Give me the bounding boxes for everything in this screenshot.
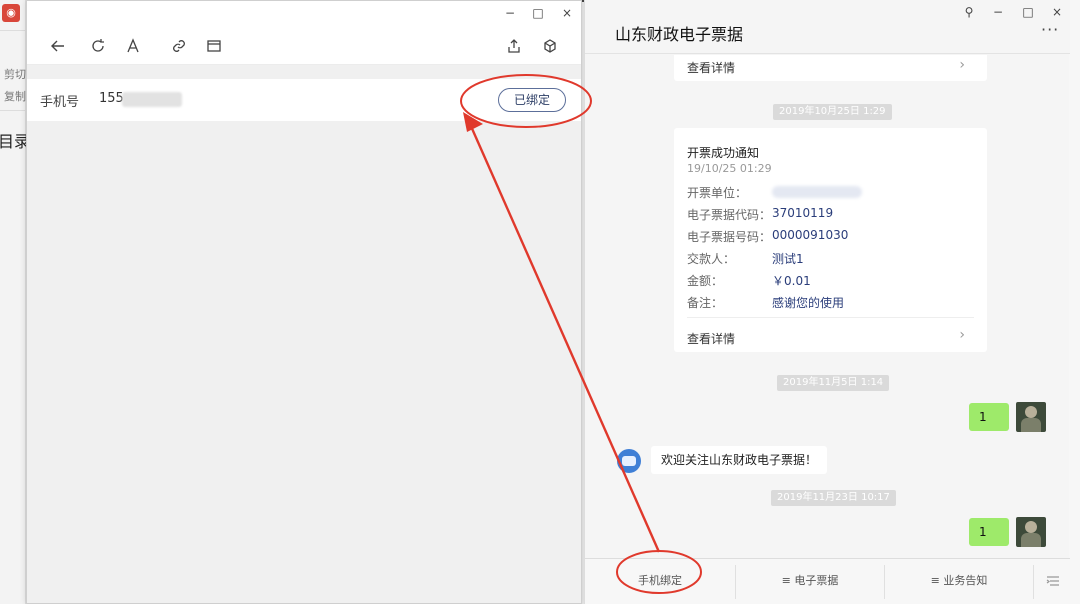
menu-tab-business-notice[interactable]: ≡ 业务告知 bbox=[885, 559, 1033, 604]
chevron-right-icon: › bbox=[959, 57, 965, 73]
back-arrow-icon[interactable] bbox=[48, 36, 68, 56]
timestamp: 2019年11月23日 10:17 bbox=[771, 490, 896, 506]
bot-message: 欢迎关注山东财政电子票据！ bbox=[651, 446, 828, 474]
my-avatar[interactable] bbox=[1016, 517, 1046, 547]
bottom-menu: 手机绑定 ≡ 电子票据 ≡ 业务告知 bbox=[585, 558, 1070, 604]
invoice-card-title: 开票成功通知 bbox=[687, 146, 760, 160]
chat-window: ⚲ − □ × 山东财政电子票据 ··· 查看详情 › 2019年10月25日 … bbox=[584, 0, 1070, 604]
field-value: 0000091030 bbox=[772, 228, 849, 242]
menu-tab-e-invoice[interactable]: ≡ 电子票据 bbox=[736, 559, 884, 604]
my-avatar[interactable] bbox=[1016, 402, 1046, 432]
official-account-avatar[interactable] bbox=[617, 449, 641, 473]
background-window-right bbox=[1069, 0, 1080, 604]
pin-button[interactable]: ⚲ bbox=[960, 4, 978, 20]
browser-toolbar bbox=[27, 27, 581, 65]
browser-titlebar: − □ × bbox=[27, 1, 581, 27]
divider bbox=[1033, 565, 1034, 599]
toc-label: 目录 bbox=[0, 132, 26, 151]
field-label: 备注： bbox=[687, 296, 724, 310]
my-message: 1 bbox=[969, 403, 1009, 431]
divider bbox=[0, 30, 26, 31]
font-size-icon[interactable] bbox=[123, 36, 143, 56]
chat-header: ⚲ − □ × 山东财政电子票据 ··· bbox=[585, 0, 1070, 54]
field-value: 感谢您的使用 bbox=[772, 296, 845, 310]
chevron-right-icon: › bbox=[959, 327, 965, 343]
invoice-card-time: 19/10/25 01:29 bbox=[687, 162, 772, 175]
cut-label: 剪切 bbox=[4, 68, 26, 81]
divider bbox=[0, 110, 26, 111]
maximize-button[interactable]: □ bbox=[529, 5, 547, 21]
minimize-button[interactable]: − bbox=[501, 5, 519, 21]
view-details-link[interactable]: 查看详情 bbox=[687, 330, 735, 347]
field-label: 交款人： bbox=[687, 252, 736, 266]
maximize-button[interactable]: □ bbox=[1019, 4, 1037, 20]
app-logo-icon: ◉ bbox=[2, 4, 20, 22]
field-label: 开票单位： bbox=[687, 186, 748, 200]
field-label: 金额： bbox=[687, 274, 724, 288]
message-card[interactable]: 查看详情 › bbox=[674, 55, 987, 81]
share-icon[interactable] bbox=[504, 36, 524, 56]
browser-window: − □ × 手机号 155 已绑定 bbox=[26, 0, 587, 604]
divider bbox=[687, 317, 974, 318]
copy-label: 复制 bbox=[4, 90, 26, 103]
my-message: 1 bbox=[969, 518, 1009, 546]
invoice-card[interactable]: 开票成功通知 19/10/25 01:29 开票单位： 电子票据代码： 3701… bbox=[674, 128, 987, 352]
menu-tab-phone-binding[interactable]: 手机绑定 bbox=[585, 559, 735, 604]
phone-redacted bbox=[122, 92, 182, 107]
field-value: ￥0.01 bbox=[772, 274, 811, 288]
timestamp: 2019年10月25日 1:29 bbox=[773, 104, 892, 120]
link-icon[interactable] bbox=[169, 36, 189, 56]
chat-messages: 查看详情 › 2019年10月25日 1:29 开票成功通知 19/10/25 … bbox=[585, 55, 1070, 558]
page-content: 手机号 155 已绑定 bbox=[27, 65, 581, 603]
phone-label: 手机号 bbox=[40, 95, 80, 110]
window-icon[interactable] bbox=[204, 36, 224, 56]
bound-button[interactable]: 已绑定 bbox=[498, 88, 566, 112]
field-value: 测试1 bbox=[772, 252, 804, 266]
close-button[interactable]: × bbox=[1048, 4, 1066, 20]
background-window: ◉ 剪切 复制 目录 bbox=[0, 0, 26, 604]
chat-title: 山东财政电子票据 bbox=[615, 25, 744, 44]
more-options-button[interactable]: ··· bbox=[1041, 22, 1059, 38]
minimize-button[interactable]: − bbox=[989, 4, 1007, 20]
close-button[interactable]: × bbox=[558, 5, 576, 21]
keyboard-toggle-icon[interactable] bbox=[1045, 573, 1061, 589]
cube-icon[interactable] bbox=[540, 36, 560, 56]
refresh-icon[interactable] bbox=[88, 36, 108, 56]
view-details-link[interactable]: 查看详情 bbox=[687, 59, 735, 76]
timestamp: 2019年11月5日 1:14 bbox=[777, 375, 890, 391]
field-label: 电子票据代码： bbox=[687, 208, 772, 222]
field-label: 电子票据号码： bbox=[687, 230, 772, 244]
field-value: 37010119 bbox=[772, 206, 834, 220]
phone-binding-row: 手机号 155 已绑定 bbox=[27, 79, 581, 121]
phone-value: 155 bbox=[99, 91, 124, 106]
issuer-redacted bbox=[772, 186, 862, 198]
